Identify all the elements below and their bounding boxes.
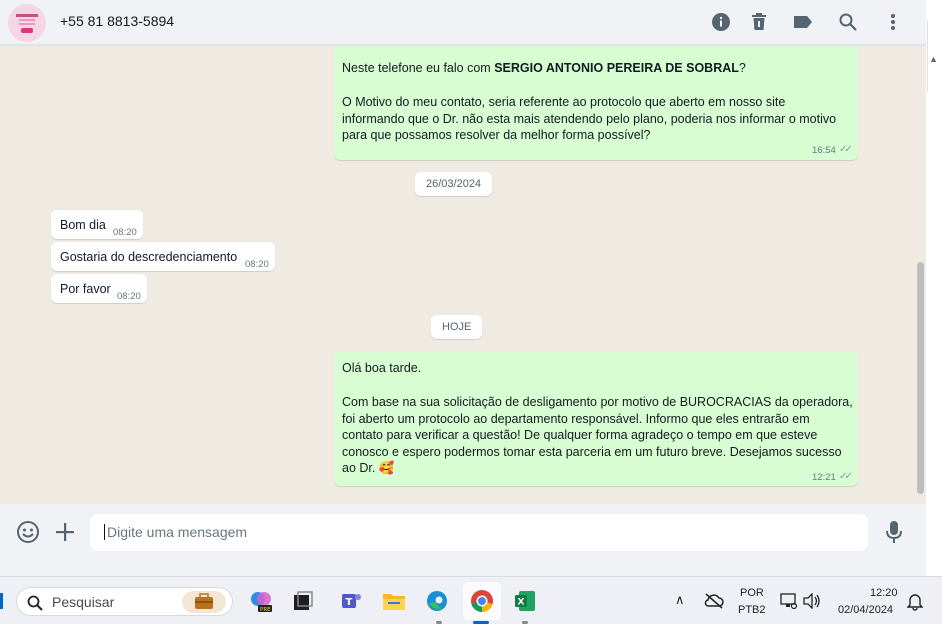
message-bubble-incoming[interactable]: Gostaria do descredenciamento 08:20 [51,242,275,271]
trash-icon[interactable] [748,11,770,33]
svg-text:X: X [518,598,525,608]
message-text: Por favor [60,282,111,296]
scroll-up-arrow-icon[interactable]: ▲ [929,54,938,64]
smiling-hearts-emoji: 🥰 [378,461,395,475]
read-ticks-icon: ✓✓ [839,471,853,482]
chat-header: +55 81 8813-5894 [0,0,926,45]
chat-panel: Neste telefone eu falo com SERGIO ANTONI… [0,46,926,504]
network-icon[interactable] [780,593,798,614]
read-ticks-icon: ✓✓ [839,144,853,155]
message-bubble-outgoing[interactable]: Olá boa tarde. Com base na sua solicitaç… [334,352,858,486]
cloud-offline-icon[interactable] [704,592,724,615]
message-time: 08:20 [245,259,269,270]
svg-text:PRE: PRE [260,607,271,613]
clock-date[interactable]: 02/04/2024 [838,604,893,616]
date-divider: 26/03/2024 [415,172,493,196]
edge-icon[interactable] [424,588,450,614]
date-divider: HOJE [431,315,483,339]
svg-text:T: T [346,597,353,608]
keyboard-layout[interactable]: PTB2 [738,604,766,616]
info-icon[interactable] [710,11,732,33]
microphone-icon[interactable] [885,520,903,544]
message-time: 12:21 [812,472,836,483]
message-bubble-incoming[interactable]: Bom dia 08:20 [51,210,143,239]
chat-scrollbar-thumb[interactable] [917,262,924,494]
taskbar-search-label: Pesquisar [52,594,115,610]
label-icon[interactable] [792,11,814,33]
attach-plus-icon[interactable] [54,521,76,543]
contact-name[interactable]: +55 81 8813-5894 [60,13,174,29]
input-language[interactable]: POR [740,587,764,599]
emoji-icon[interactable] [16,520,40,544]
chrome-icon[interactable] [469,588,495,614]
contact-avatar[interactable] [8,4,46,42]
message-time: 08:20 [117,291,141,302]
task-view-icon[interactable] [290,588,316,614]
message-bubble-outgoing[interactable]: Neste telefone eu falo com SERGIO ANTONI… [334,46,858,160]
windows-taskbar: Pesquisar PRE T X ∧ POR PTB2 12:20 02/04… [0,576,942,624]
briefcase-icon[interactable] [182,591,226,613]
clock-time[interactable]: 12:20 [870,587,898,599]
excel-icon[interactable]: X [512,588,538,614]
message-input[interactable]: Digite uma mensagem [90,514,868,551]
message-time: 08:20 [113,227,137,238]
search-icon [27,595,43,616]
message-text: Olá boa tarde. [342,361,422,375]
message-text: Com base na sua solicitação de desligame… [342,395,853,475]
volume-icon[interactable] [803,592,821,614]
message-text: Bom dia [60,218,106,232]
message-text: Neste telefone eu falo com SERGIO ANTONI… [342,61,746,75]
message-text: Gostaria do descredenciamento [60,250,238,264]
message-text: O Motivo do meu contato, seria referente… [342,95,837,142]
menu-icon[interactable] [882,11,904,33]
teams-icon[interactable]: T [338,588,364,614]
copilot-icon[interactable]: PRE [248,588,274,614]
search-icon[interactable] [837,11,859,33]
file-explorer-icon[interactable] [381,588,407,614]
notification-bell-icon[interactable] [906,593,924,616]
chevron-up-icon[interactable]: ∧ [675,592,685,608]
message-composer: Digite uma mensagem [0,504,926,576]
message-time: 16:54 [812,145,836,156]
message-bubble-incoming[interactable]: Por favor 08:20 [51,274,147,303]
